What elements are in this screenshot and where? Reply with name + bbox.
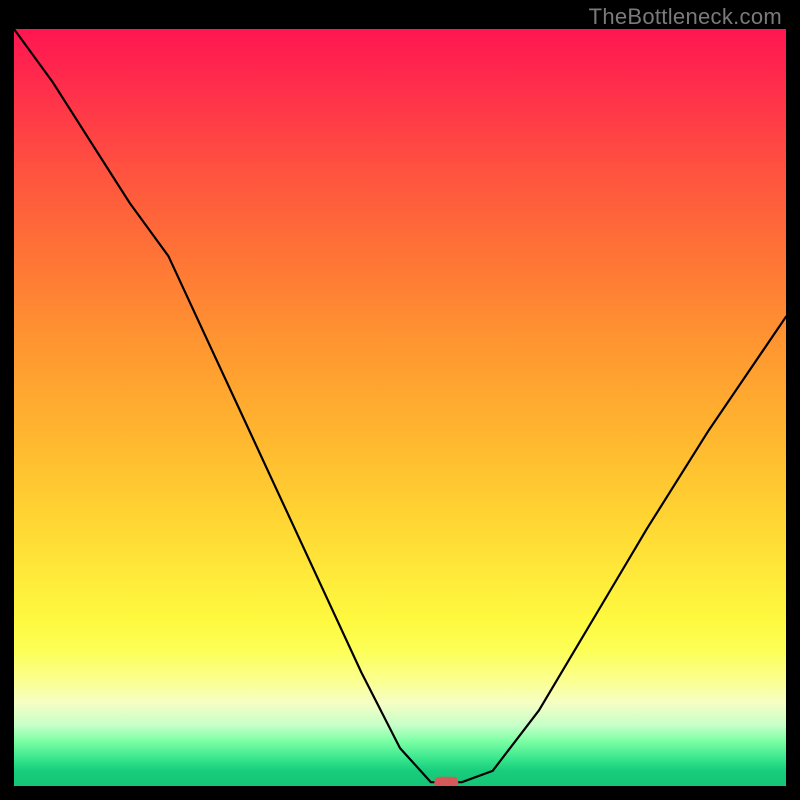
chart-frame: TheBottleneck.com: [0, 0, 800, 800]
curve-svg: [14, 29, 786, 786]
min-marker: [434, 777, 458, 786]
watermark-text: TheBottleneck.com: [589, 4, 782, 30]
bottleneck-curve: [14, 29, 786, 782]
plot-area: [14, 29, 786, 786]
